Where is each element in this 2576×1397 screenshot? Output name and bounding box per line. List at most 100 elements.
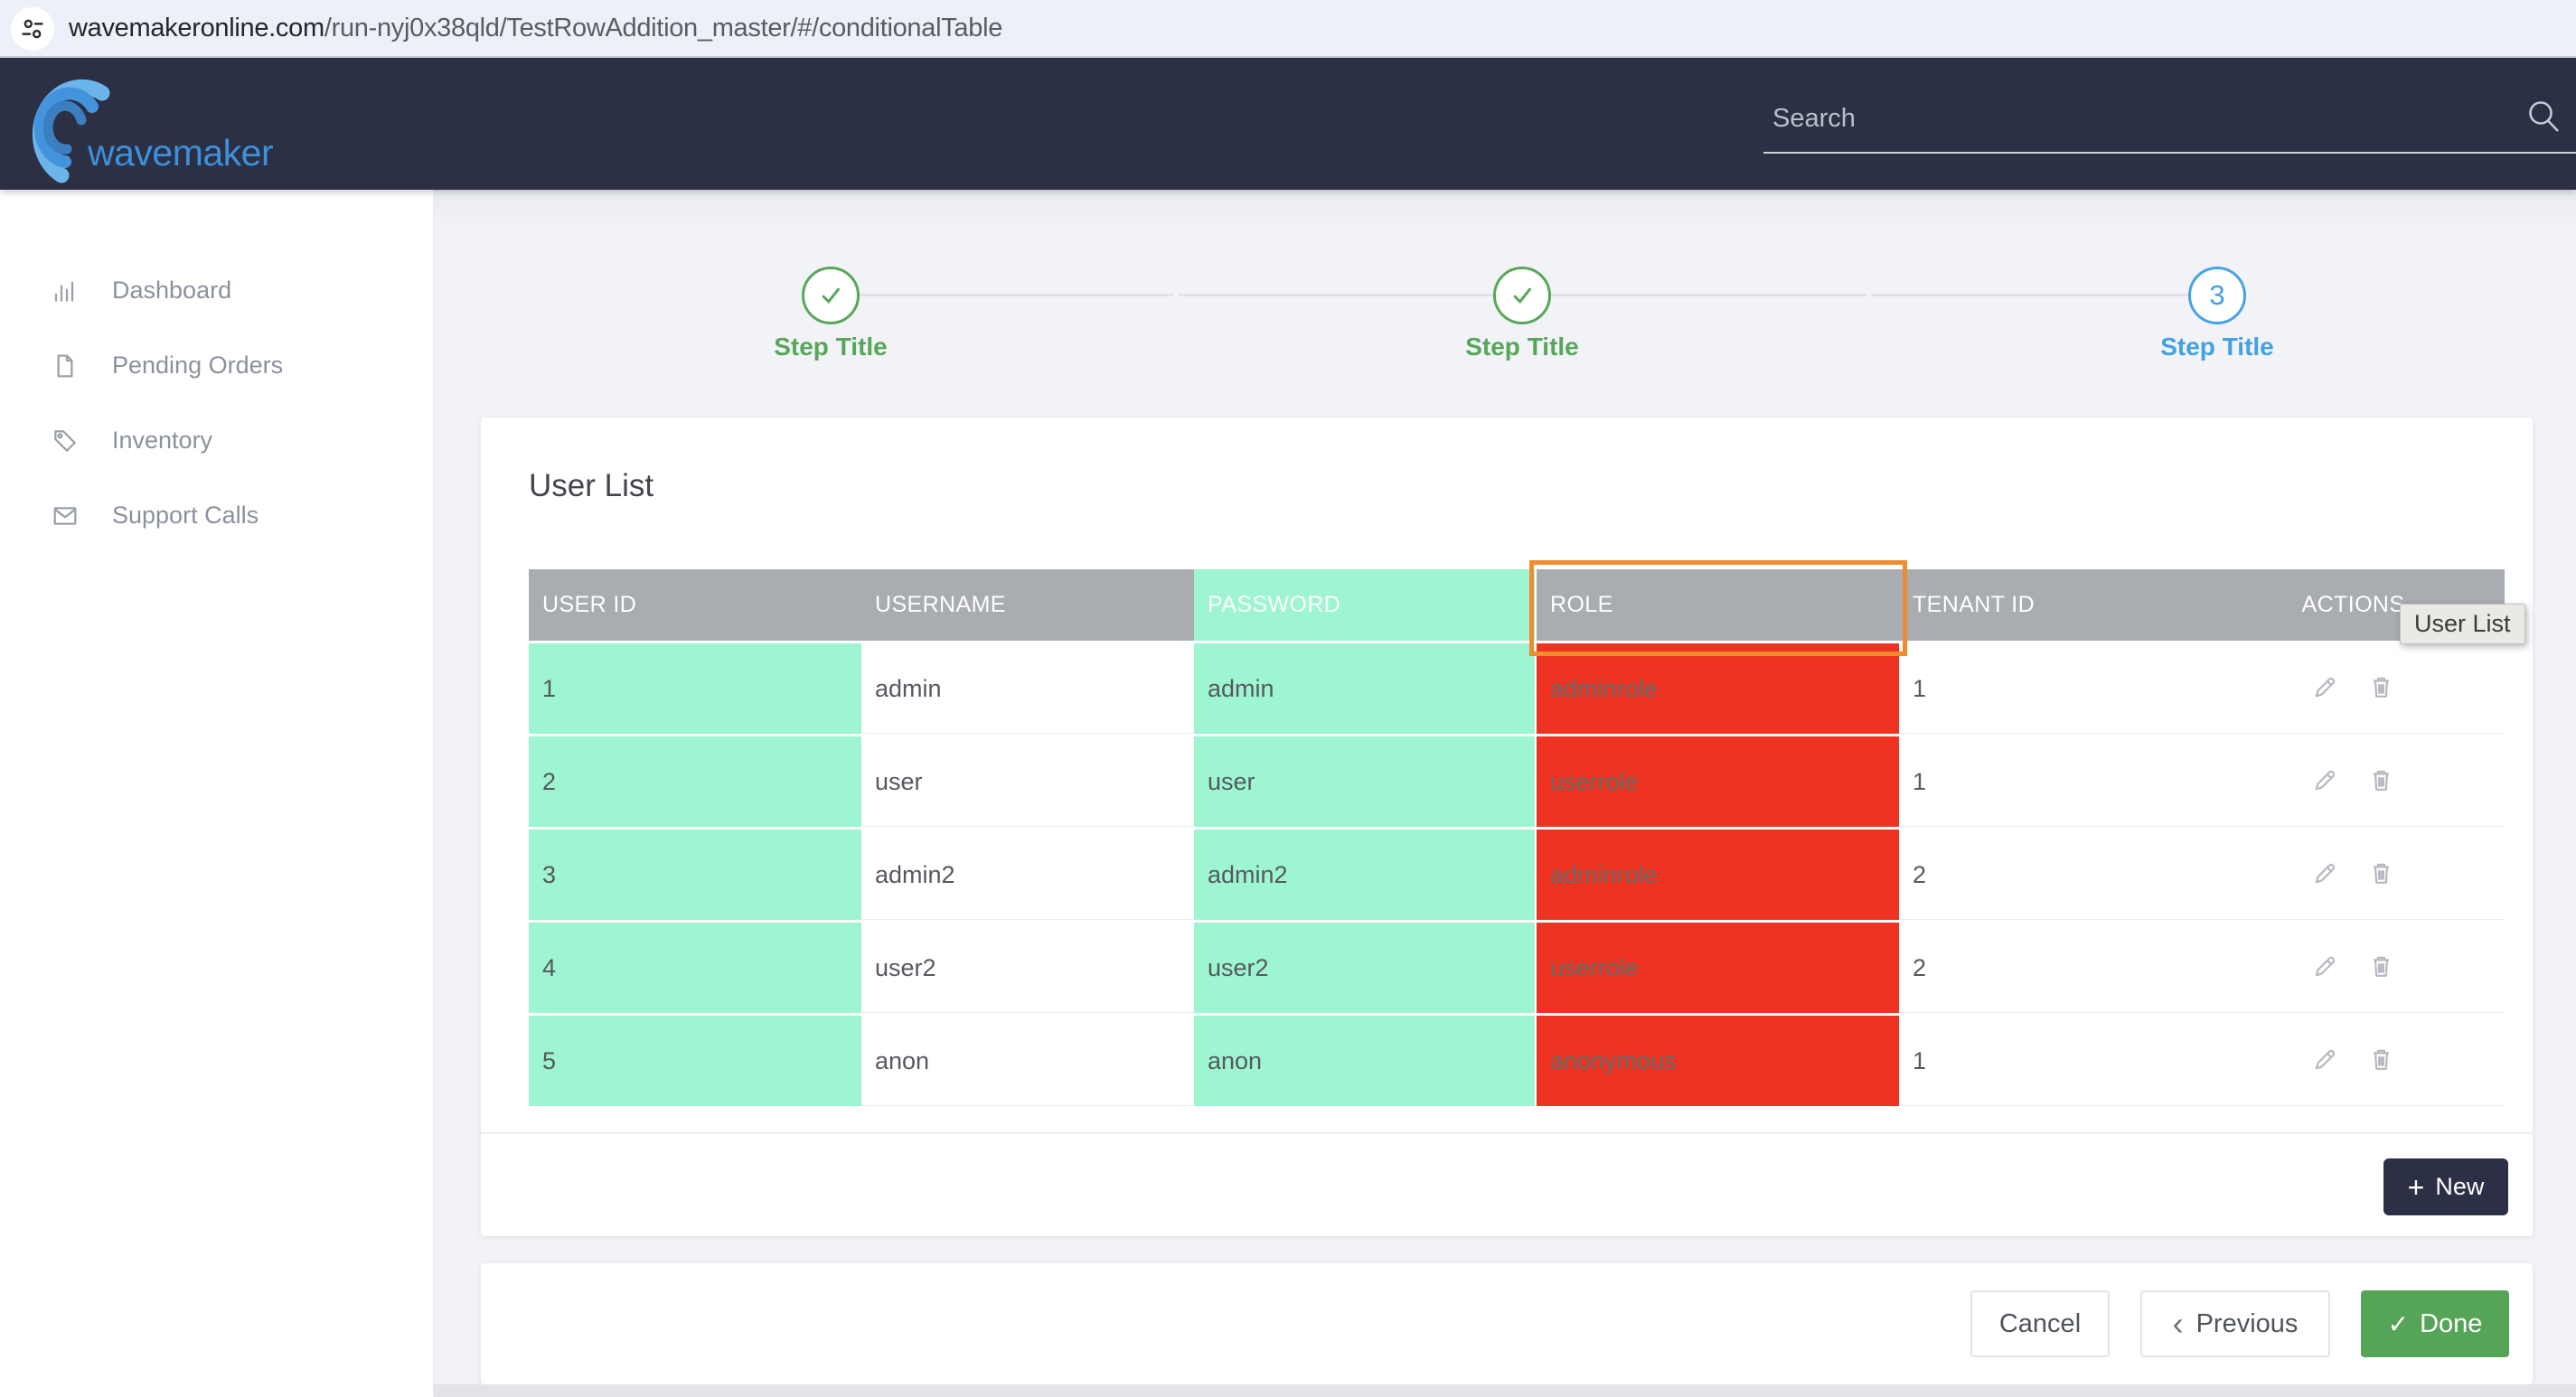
step-title: Step Title: [1414, 333, 1631, 361]
sidebar: Dashboard Pending Orders Inventory: [0, 190, 434, 1397]
brand-wordmark: wavemaker: [88, 132, 273, 174]
site-settings-icon[interactable]: [11, 7, 54, 51]
cell-username: anon: [861, 1016, 1194, 1109]
search-input[interactable]: [1763, 90, 2576, 152]
done-button-label: Done: [2420, 1309, 2482, 1339]
cell-actions: [2202, 643, 2505, 736]
table-row[interactable]: 1 admin admin adminrole 1: [529, 643, 2505, 736]
cell-actions: [2202, 923, 2505, 1016]
header-user-id[interactable]: USER ID: [529, 569, 861, 643]
edit-button[interactable]: [2311, 1045, 2339, 1076]
check-icon: ✓: [2388, 1309, 2409, 1339]
pencil-icon: [2311, 766, 2339, 794]
new-button[interactable]: + New: [2383, 1158, 2508, 1215]
envelope-icon: [51, 502, 80, 530]
cell-password: user2: [1194, 923, 1537, 1016]
pencil-icon: [2311, 673, 2339, 701]
header-username[interactable]: USERNAME: [861, 569, 1194, 643]
sidebar-item-support-calls[interactable]: Support Calls: [0, 478, 433, 553]
cancel-button-label: Cancel: [1999, 1309, 2081, 1339]
sidebar-item-pending-orders[interactable]: Pending Orders: [0, 328, 433, 403]
edit-button[interactable]: [2311, 673, 2339, 704]
table-header-row: USER ID USERNAME PASSWORD ROLE TENANT ID…: [529, 569, 2505, 643]
sidebar-item-label: Dashboard: [112, 277, 231, 305]
pencil-icon: [2311, 952, 2339, 980]
sidebar-item-label: Support Calls: [112, 502, 259, 530]
table-row[interactable]: 4 user2 user2 userrole 2: [529, 923, 2505, 1016]
header-tenant-id[interactable]: TENANT ID: [1899, 569, 2202, 643]
delete-button[interactable]: [2367, 859, 2395, 890]
table-row[interactable]: 2 user user userrole 1: [529, 736, 2505, 830]
page-body: Dashboard Pending Orders Inventory: [0, 190, 2576, 1397]
wizard-actions-bar: Cancel ‹ Previous ✓ Done: [481, 1263, 2533, 1384]
check-icon: [815, 280, 846, 311]
table-row[interactable]: 3 admin2 admin2 adminrole 2: [529, 830, 2505, 923]
search-field: [1763, 90, 2576, 154]
header-role[interactable]: ROLE: [1537, 569, 1899, 643]
edit-button[interactable]: [2311, 766, 2339, 797]
delete-button[interactable]: [2367, 766, 2395, 797]
header-password[interactable]: PASSWORD: [1194, 569, 1537, 643]
cell-tenant-id: 1: [1899, 643, 2202, 736]
trash-icon: [2367, 952, 2395, 980]
delete-button[interactable]: [2367, 952, 2395, 983]
wizard-step-2[interactable]: [1493, 267, 1551, 324]
step-connector: [1872, 294, 2188, 296]
bottom-strip: [434, 1384, 2576, 1397]
previous-button[interactable]: ‹ Previous: [2140, 1290, 2330, 1357]
cell-tenant-id: 1: [1899, 736, 2202, 830]
edit-button[interactable]: [2311, 952, 2339, 983]
cell-username: user2: [861, 923, 1194, 1016]
app-header: wavemaker: [0, 58, 2576, 190]
cell-password: anon: [1194, 1016, 1537, 1109]
user-table: USER ID USERNAME PASSWORD ROLE TENANT ID…: [529, 569, 2505, 1109]
table-row[interactable]: 5 anon anon anonymous 1: [529, 1016, 2505, 1109]
main-content: Step Title Step Title 3 Step Title User …: [434, 190, 2576, 1397]
edit-button[interactable]: [2311, 859, 2339, 890]
step-number: 3: [2209, 279, 2224, 312]
cell-password: user: [1194, 736, 1537, 830]
pencil-icon: [2311, 859, 2339, 887]
bar-chart-icon: [51, 277, 80, 305]
step-title: Step Title: [2109, 333, 2326, 361]
cell-user-id: 2: [529, 736, 861, 830]
panel-title: User List: [529, 468, 653, 504]
wizard-step-3[interactable]: 3: [2188, 267, 2246, 324]
pencil-icon: [2311, 1045, 2339, 1074]
address-bar[interactable]: wavemakeronline.com/run-nyj0x38qld/TestR…: [0, 0, 2576, 58]
cell-user-id: 1: [529, 643, 861, 736]
cell-user-id: 4: [529, 923, 861, 1016]
sidebar-item-dashboard[interactable]: Dashboard: [0, 253, 433, 328]
previous-button-label: Previous: [2196, 1309, 2299, 1339]
cell-actions: [2202, 830, 2505, 923]
search-icon[interactable]: [2524, 98, 2563, 147]
trash-icon: [2367, 1045, 2395, 1074]
step-connector: [1551, 294, 1866, 296]
wizard-step-1[interactable]: [802, 267, 860, 324]
sidebar-item-label: Inventory: [112, 427, 212, 455]
document-icon: [51, 352, 80, 380]
cell-role: adminrole: [1537, 830, 1899, 923]
done-button[interactable]: ✓ Done: [2361, 1290, 2509, 1357]
cell-username: admin: [861, 643, 1194, 736]
sidebar-item-inventory[interactable]: Inventory: [0, 403, 433, 478]
cell-actions: [2202, 736, 2505, 830]
cell-password: admin: [1194, 643, 1537, 736]
step-connector: [1179, 294, 1493, 296]
cell-actions: [2202, 1016, 2505, 1109]
tag-icon: [51, 427, 80, 455]
cancel-button[interactable]: Cancel: [1970, 1290, 2110, 1357]
sidebar-item-label: Pending Orders: [112, 352, 283, 380]
url-domain: wavemakeronline.com: [69, 14, 324, 42]
step-connector: [860, 294, 1173, 296]
cell-role: userrole: [1537, 923, 1899, 1016]
check-icon: [1507, 280, 1537, 311]
grid-footer-divider: [481, 1132, 2533, 1134]
cell-user-id: 3: [529, 830, 861, 923]
user-list-panel: User List USER ID USERNAME PASSWORD ROLE…: [481, 417, 2533, 1236]
delete-button[interactable]: [2367, 1045, 2395, 1076]
cell-password: admin2: [1194, 830, 1537, 923]
cell-username: user: [861, 736, 1194, 830]
cell-username: admin2: [861, 830, 1194, 923]
delete-button[interactable]: [2367, 673, 2395, 704]
